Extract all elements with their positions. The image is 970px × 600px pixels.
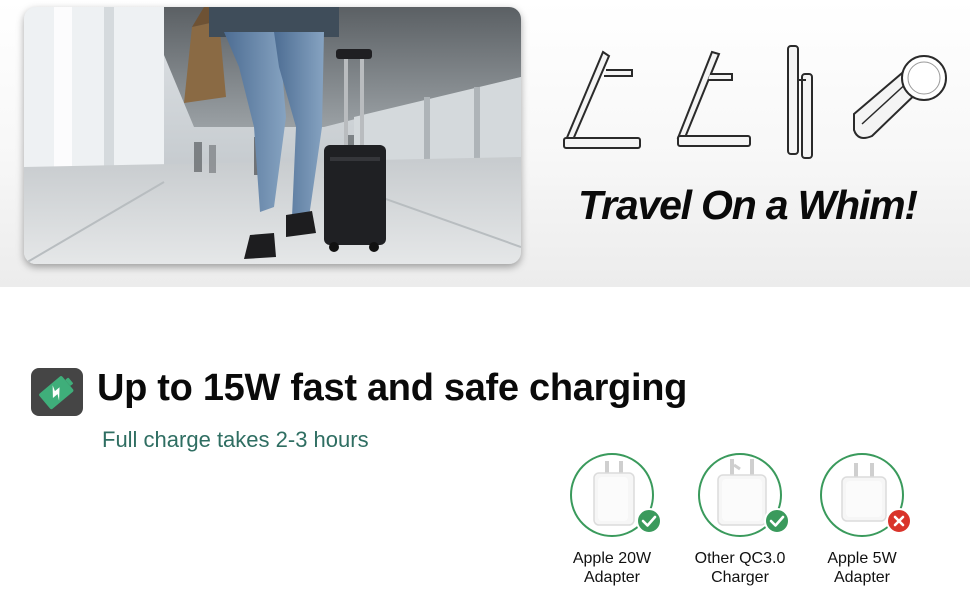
adapter-label: Apple 5W Adapter [802,549,922,587]
adapter-type: Charger [711,569,769,586]
check-icon [641,515,657,527]
stand-open-icon [563,50,641,149]
adapter-apple-20w: Apple 20W Adapter [552,453,672,593]
traveler-photo [24,7,521,264]
adapter-label: Apple 20W Adapter [552,549,672,587]
stand-folded-with-pad-icon [853,55,947,139]
stand-folding-icon [787,45,813,159]
adapter-apple-5w: Apple 5W Adapter [802,453,922,593]
stand-illustrations [556,44,956,162]
adapter-name: Other QC3.0 [694,550,786,567]
adapter-type: Adapter [583,569,641,586]
adapter-name: Apple 5W [827,550,897,567]
check-icon [769,515,785,527]
battery-charging-badge [31,368,83,416]
supported-check-badge [764,508,790,534]
adapter-label: Other QC3.0 Charger [680,549,800,587]
adapter-name: Apple 20W [572,550,652,567]
charge-time-subline: Full charge takes 2-3 hours [102,427,369,452]
battery-charging-icon [39,376,74,410]
supported-check-badge [636,508,662,534]
adapter-other-qc3: Other QC3.0 Charger [680,453,800,593]
traveler-with-suitcase-icon [24,7,521,264]
travel-slogan: Travel On a Whim! [578,182,918,228]
stand-tilted-icon [676,50,751,147]
adapter-type: Adapter [833,569,891,586]
not-supported-cross-badge [886,508,912,534]
charging-headline: Up to 15W fast and safe charging [97,367,688,409]
cross-icon [893,515,905,527]
